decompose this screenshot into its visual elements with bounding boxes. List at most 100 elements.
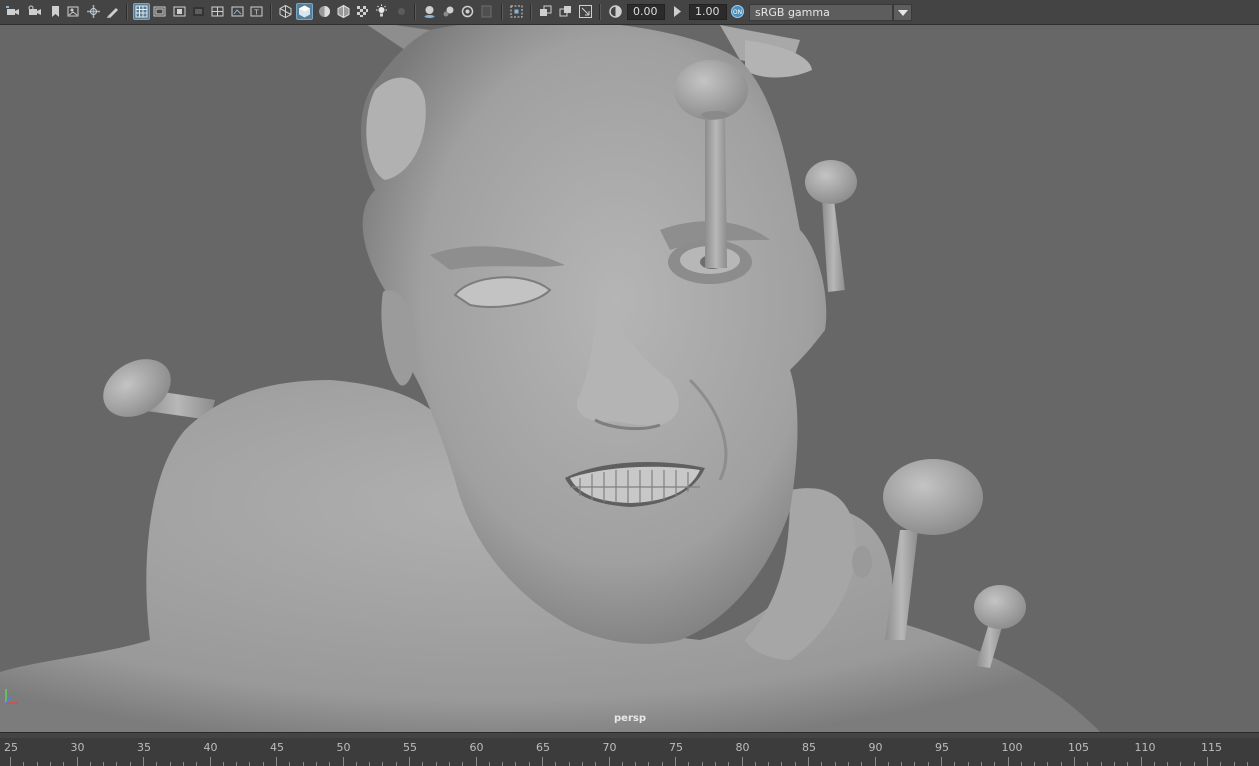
timeline-tick-label: 55: [403, 741, 417, 754]
timeline-minor-tick: [49, 762, 51, 766]
camera-select-icon[interactable]: [4, 3, 21, 20]
timeline-minor-tick: [967, 762, 969, 766]
timeline-minor-tick: [954, 762, 956, 766]
timeline-major-tick: [741, 757, 743, 766]
timeline-minor-tick: [1167, 762, 1169, 766]
motion-blur-icon[interactable]: [440, 3, 457, 20]
camera-lock-icon[interactable]: [26, 3, 43, 20]
perspective-viewport[interactable]: persp: [0, 25, 1259, 732]
timeline-minor-tick: [635, 762, 637, 766]
timeline-minor-tick: [169, 762, 171, 766]
gamma-field[interactable]: 1.00: [689, 4, 727, 20]
safe-action-icon[interactable]: [229, 3, 246, 20]
textured-icon[interactable]: [354, 3, 371, 20]
timeline-minor-tick: [289, 762, 291, 766]
wireframe-icon[interactable]: [277, 3, 294, 20]
svg-text:ON: ON: [733, 9, 742, 16]
grid-icon[interactable]: [133, 3, 150, 20]
timeline-minor-tick: [927, 762, 929, 766]
shadows-icon[interactable]: [393, 3, 410, 20]
timeline-minor-tick: [222, 762, 224, 766]
camera-name-label: persp: [614, 713, 646, 724]
exposure-icon[interactable]: [607, 3, 624, 20]
timeline-minor-tick: [502, 762, 504, 766]
timeline-minor-tick: [728, 762, 730, 766]
timeline-major-tick: [1140, 757, 1142, 766]
timeline-minor-tick: [63, 762, 65, 766]
gate-mask-icon[interactable]: [190, 3, 207, 20]
timeline-minor-tick: [1246, 762, 1248, 766]
timeline-major-tick: [941, 757, 942, 766]
field-chart-icon[interactable]: [209, 3, 226, 20]
anti-aliasing-icon[interactable]: [459, 3, 476, 20]
timeline-minor-tick: [1233, 762, 1235, 766]
resolution-gate-icon[interactable]: [171, 3, 188, 20]
safe-title-icon[interactable]: T: [248, 3, 265, 20]
timeline-minor-tick: [103, 762, 105, 766]
color-space-dropdown[interactable]: sRGB gamma: [749, 4, 893, 21]
time-slider[interactable]: 25 30 35 40 45 50 55 60 65 70 75 80 85 90 95 100 105 110 1…: [0, 732, 1259, 766]
timeline-tick-label: 25: [4, 741, 18, 754]
timeline-tick-label: 35: [137, 741, 151, 754]
timeline-major-tick: [76, 757, 78, 766]
timeline-tick-label: 110: [1134, 741, 1156, 754]
timeline-tick-label: 95: [935, 741, 949, 754]
use-all-lights-icon[interactable]: [373, 3, 390, 20]
timeline-minor-tick: [395, 762, 397, 766]
timeline-minor-tick: [661, 762, 663, 766]
timeline-minor-tick: [821, 762, 823, 766]
timeline-minor-tick: [1220, 762, 1222, 766]
film-gate-icon[interactable]: [151, 3, 168, 20]
timeline-major-tick: [1207, 757, 1208, 766]
timeline-tick-label: 40: [203, 741, 218, 754]
timeline-minor-tick: [302, 762, 304, 766]
timeline-tick-label: 30: [70, 741, 85, 754]
timeline-minor-tick: [794, 762, 796, 766]
timeline-minor-tick: [1193, 762, 1195, 766]
smooth-shade-icon[interactable]: [296, 3, 313, 20]
timeline-minor-tick: [315, 762, 317, 766]
timeline-tick-label: 85: [802, 741, 816, 754]
timeline-minor-tick: [887, 762, 889, 766]
exposure-field[interactable]: 0.00: [627, 4, 665, 20]
gamma-icon[interactable]: [669, 3, 686, 20]
timeline-minor-tick: [1127, 762, 1129, 766]
timeline-minor-tick: [621, 762, 623, 766]
timeline-major-tick: [209, 757, 211, 766]
timeline-minor-tick: [488, 762, 490, 766]
timeline-major-tick: [608, 757, 610, 766]
ambient-occlusion-icon[interactable]: [421, 3, 438, 20]
timeline-tick-label: 75: [669, 741, 683, 754]
image-plane-icon[interactable]: [65, 3, 82, 20]
timeline-tick-label: 50: [336, 741, 351, 754]
timeline-major-tick: [542, 757, 543, 766]
xray-icon[interactable]: [537, 3, 554, 20]
timeline-major-tick: [342, 757, 344, 766]
timeline-major-tick: [1074, 757, 1075, 766]
grease-pencil-icon[interactable]: [104, 3, 121, 20]
xray-active-icon[interactable]: [557, 3, 574, 20]
chevron-down-icon[interactable]: [893, 4, 912, 21]
timeline-minor-tick: [1100, 762, 1102, 766]
isolate-select-icon[interactable]: [508, 3, 525, 20]
timeline-minor-tick: [994, 762, 996, 766]
2d-pan-zoom-icon[interactable]: [85, 3, 102, 20]
timeline-minor-tick: [462, 762, 464, 766]
bookmark-icon[interactable]: [47, 3, 64, 20]
timeline-minor-tick: [701, 762, 703, 766]
shaded-wireframe-icon[interactable]: [335, 3, 352, 20]
viewport-panel-toolbar: T 0.00 1.00 ON sRGB gamma: [0, 0, 1259, 25]
timeline-minor-tick: [555, 762, 557, 766]
timeline-major-tick: [409, 757, 410, 766]
default-material-icon[interactable]: [316, 3, 333, 20]
color-management-icon[interactable]: ON: [729, 3, 746, 20]
timeline-minor-tick: [1087, 762, 1089, 766]
depth-of-field-icon[interactable]: [478, 3, 495, 20]
timeline-minor-tick: [515, 762, 517, 766]
time-ruler[interactable]: 25 30 35 40 45 50 55 60 65 70 75 80 85 90 95 100 105 110 1…: [0, 738, 1259, 766]
timeline-minor-tick: [116, 762, 118, 766]
timeline-minor-tick: [1034, 762, 1036, 766]
timeline-major-tick: [874, 757, 876, 766]
xray-joints-icon[interactable]: [577, 3, 594, 20]
timeline-minor-tick: [781, 762, 783, 766]
